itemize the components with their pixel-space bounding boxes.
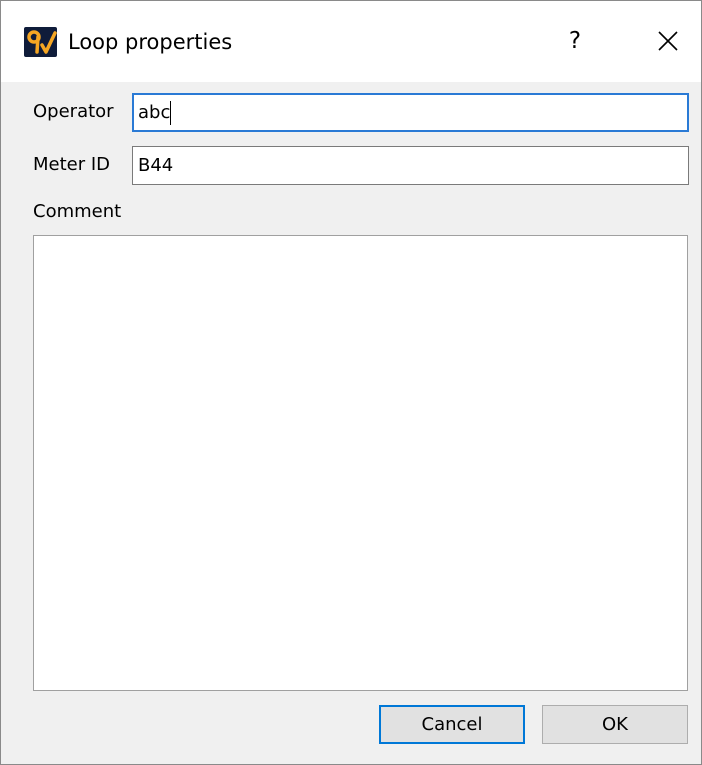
operator-label: Operator <box>33 101 114 122</box>
close-icon <box>658 31 678 51</box>
operator-value: abc <box>138 102 171 123</box>
help-button[interactable]: ? <box>552 19 598 63</box>
ok-button[interactable]: OK <box>542 705 688 744</box>
meter-id-value: B44 <box>138 155 174 176</box>
title-bar[interactable]: Loop properties ? <box>1 1 701 82</box>
text-caret <box>170 101 172 125</box>
comment-label: Comment <box>33 201 122 222</box>
dialog-window: Loop properties ? Operator abc Meter ID … <box>0 0 702 765</box>
window-title: Loop properties <box>68 30 233 54</box>
app-logo-icon <box>24 27 57 57</box>
operator-input[interactable]: abc <box>132 93 689 132</box>
comment-textarea[interactable] <box>33 235 688 691</box>
close-button[interactable] <box>645 19 691 63</box>
meter-id-label: Meter ID <box>33 154 111 175</box>
cancel-button[interactable]: Cancel <box>379 705 525 744</box>
meter-id-input[interactable]: B44 <box>132 146 689 185</box>
